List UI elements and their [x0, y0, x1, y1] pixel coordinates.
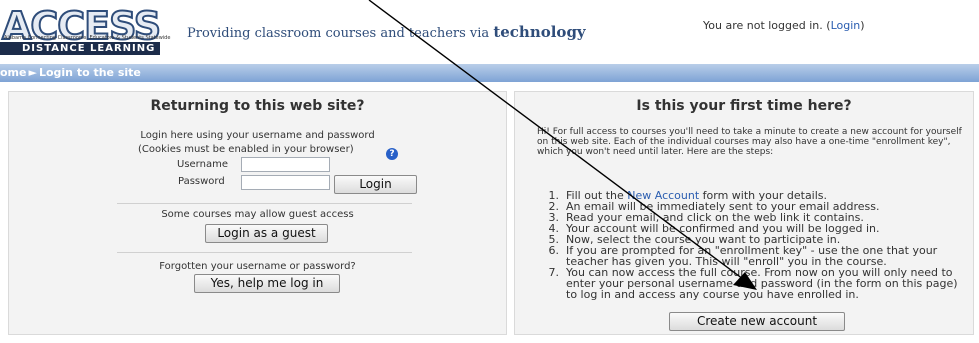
step-number: 6. [548, 244, 560, 257]
breadcrumb-separator-icon: ► [28, 66, 37, 79]
login-button[interactable]: Login [334, 175, 417, 194]
signup-step: 7. You can now access the full course. Fr… [537, 267, 967, 300]
breadcrumb-current: Login to the site [38, 66, 141, 79]
username-input[interactable] [241, 157, 330, 172]
login-status-text: You are not logged in. ( [703, 19, 831, 32]
guest-access-text: Some courses may allow guest access [161, 209, 354, 220]
breadcrumb: ome ► Login to the site [0, 66, 141, 79]
returning-user-panel: Returning to this web site? Login here u… [8, 91, 507, 335]
password-input[interactable] [241, 175, 330, 190]
login-link[interactable]: Login [831, 19, 861, 32]
login-status: You are not logged in. (Login) [703, 19, 865, 32]
section-divider [117, 252, 412, 253]
guest-login-button[interactable]: Login as a guest [205, 224, 328, 243]
logo-bar: DISTANCE LEARNING [0, 42, 160, 55]
signup-steps: 1. Fill out the New Account form with you… [537, 190, 967, 300]
first-time-title: Is this your first time here? [636, 98, 852, 114]
password-label: Password [178, 176, 225, 187]
tagline-text: Providing classroom courses and teachers… [187, 26, 494, 41]
page-header: ACCESS Alabama Connecting Classrooms, Ed… [0, 0, 979, 62]
login-instructions: Login here using your username and passw… [140, 130, 375, 141]
breadcrumb-home-link[interactable]: ome [0, 66, 26, 79]
step-text: If you are prompted for an "enrollment k… [566, 244, 938, 268]
username-label: Username [177, 159, 228, 170]
first-time-panel: Is this your first time here? Hi! For fu… [514, 91, 974, 335]
signup-step: 6. If you are prompted for an "enrollment… [537, 245, 967, 267]
section-divider [117, 203, 412, 204]
logo-subtext: Alabama Connecting Classrooms, Educators… [4, 35, 171, 41]
help-icon[interactable]: ? [386, 148, 398, 160]
returning-title: Returning to this web site? [150, 98, 365, 114]
forgot-password-text: Forgotten your username or password? [159, 261, 356, 272]
signup-intro: Hi! For full access to courses you'll ne… [537, 127, 962, 157]
navigation-bar: ome ► Login to the site [0, 64, 979, 82]
create-account-button[interactable]: Create new account [669, 312, 845, 331]
forgot-password-button[interactable]: Yes, help me log in [194, 274, 340, 293]
login-status-end: ) [860, 19, 865, 32]
step-text: You can now access the full course. From… [566, 266, 958, 301]
cookies-note: (Cookies must be enabled in your browser… [138, 144, 354, 155]
access-logo[interactable]: ACCESS Alabama Connecting Classrooms, Ed… [0, 3, 171, 56]
step-number: 7. [548, 266, 560, 279]
site-tagline: Providing classroom courses and teachers… [187, 23, 586, 41]
tagline-emphasis: technology [493, 23, 586, 41]
